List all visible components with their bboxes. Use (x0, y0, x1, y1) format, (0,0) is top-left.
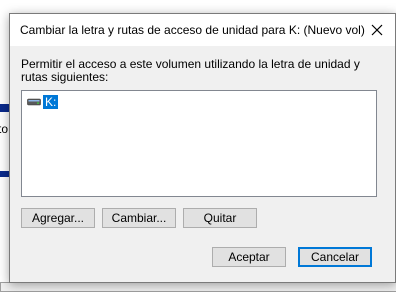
list-item-label: K: (43, 95, 59, 109)
title-bar: Cambiar la letra y rutas de acceso de un… (10, 14, 395, 46)
ok-button[interactable]: Aceptar (212, 247, 286, 267)
add-button[interactable]: Agregar... (21, 208, 95, 228)
remove-button[interactable]: Quitar (183, 208, 257, 228)
drive-paths-list[interactable]: K: (21, 90, 377, 197)
close-icon (371, 24, 383, 36)
dialog-title: Cambiar la letra y rutas de acceso de un… (20, 23, 365, 37)
dialog-description: Permitir el acceso a este volumen utiliz… (21, 57, 360, 84)
cancel-button[interactable]: Cancelar (298, 247, 372, 267)
background-bar (0, 171, 9, 177)
list-item[interactable]: K: (27, 95, 59, 109)
background-bar (0, 104, 9, 112)
background-panel (0, 282, 396, 292)
background-text: to (0, 122, 9, 136)
change-drive-letter-dialog: Cambiar la letra y rutas de acceso de un… (9, 13, 396, 283)
change-button[interactable]: Cambiar... (102, 208, 176, 228)
close-button[interactable] (359, 14, 395, 46)
drive-icon (27, 98, 41, 106)
